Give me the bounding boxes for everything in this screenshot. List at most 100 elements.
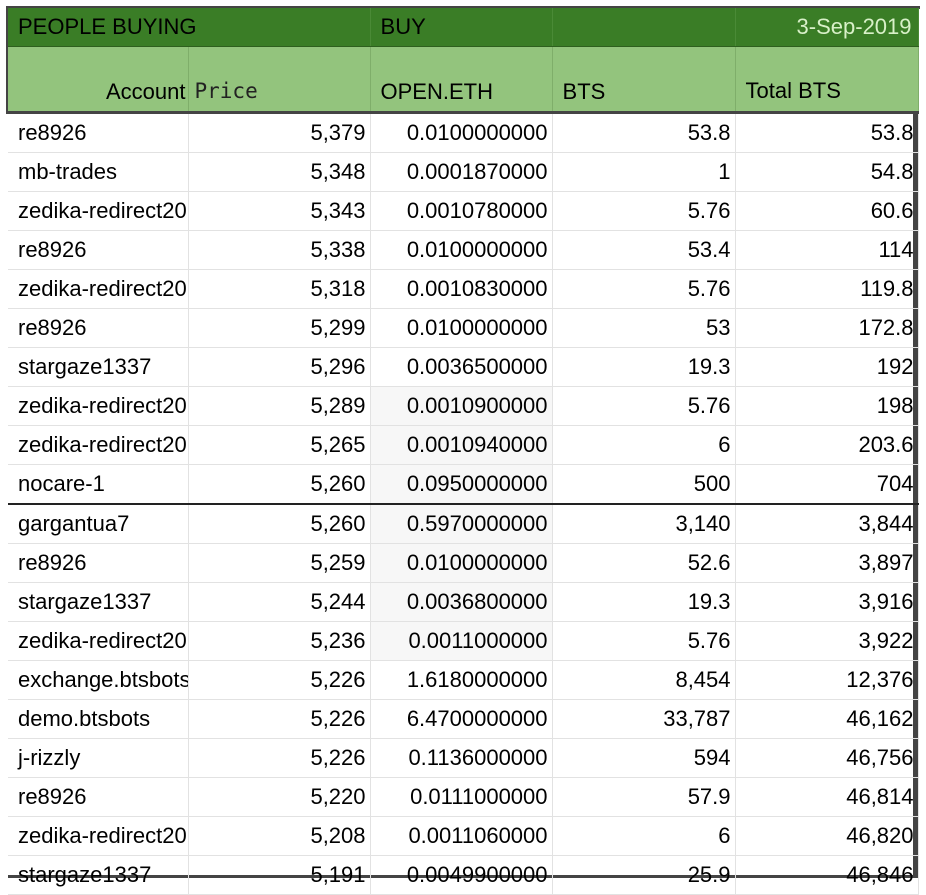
cell-bts[interactable]: 594 xyxy=(552,738,736,778)
cell-price[interactable]: 5,244 xyxy=(188,582,371,622)
title-cell-date[interactable]: 3-Sep-2019 xyxy=(735,8,919,47)
cell-price[interactable]: 5,220 xyxy=(188,777,371,817)
cell-account[interactable]: stargaze1337 xyxy=(8,347,189,387)
cell-total-bts[interactable]: 198 xyxy=(735,386,919,426)
cell-account[interactable]: gargantua7 xyxy=(8,504,189,544)
cell-bts[interactable]: 1 xyxy=(552,152,736,192)
header-account[interactable]: Account xyxy=(8,46,189,114)
cell-bts[interactable]: 5.76 xyxy=(552,386,736,426)
cell-open-eth[interactable]: 6.4700000000 xyxy=(370,699,553,739)
cell-total-bts[interactable]: 54.8 xyxy=(735,152,919,192)
header-total-bts[interactable]: Total BTS xyxy=(735,46,919,114)
cell-total-bts[interactable]: 12,376 xyxy=(735,660,919,700)
cell-total-bts[interactable]: 46,162 xyxy=(735,699,919,739)
cell-open-eth[interactable]: 0.0100000000 xyxy=(370,230,553,270)
cell-account[interactable]: zedika-redirect20 xyxy=(8,269,189,309)
cell-bts[interactable]: 3,140 xyxy=(552,504,736,544)
cell-account[interactable]: stargaze1337 xyxy=(8,855,189,895)
cell-bts[interactable]: 8,454 xyxy=(552,660,736,700)
cell-open-eth[interactable]: 0.0011000000 xyxy=(370,621,553,661)
cell-price[interactable]: 5,299 xyxy=(188,308,371,348)
cell-bts[interactable]: 500 xyxy=(552,464,736,505)
cell-total-bts[interactable]: 46,846 xyxy=(735,855,919,895)
cell-price[interactable]: 5,289 xyxy=(188,386,371,426)
cell-price[interactable]: 5,296 xyxy=(188,347,371,387)
cell-total-bts[interactable]: 114 xyxy=(735,230,919,270)
cell-price[interactable]: 5,226 xyxy=(188,738,371,778)
cell-open-eth[interactable]: 0.0010780000 xyxy=(370,191,553,231)
cell-open-eth[interactable]: 0.0010830000 xyxy=(370,269,553,309)
cell-account[interactable]: re8926 xyxy=(8,777,189,817)
cell-price[interactable]: 5,226 xyxy=(188,660,371,700)
cell-price[interactable]: 5,265 xyxy=(188,425,371,465)
cell-total-bts[interactable]: 3,897 xyxy=(735,543,919,583)
cell-total-bts[interactable]: 3,844 xyxy=(735,504,919,544)
cell-open-eth[interactable]: 0.0100000000 xyxy=(370,112,553,153)
cell-bts[interactable]: 6 xyxy=(552,425,736,465)
cell-price[interactable]: 5,260 xyxy=(188,504,371,544)
cell-bts[interactable]: 57.9 xyxy=(552,777,736,817)
cell-price[interactable]: 5,236 xyxy=(188,621,371,661)
cell-total-bts[interactable]: 46,814 xyxy=(735,777,919,817)
cell-account[interactable]: stargaze1337 xyxy=(8,582,189,622)
cell-open-eth[interactable]: 0.0010940000 xyxy=(370,425,553,465)
cell-open-eth[interactable]: 0.0001870000 xyxy=(370,152,553,192)
cell-open-eth[interactable]: 0.0111000000 xyxy=(370,777,553,817)
cell-total-bts[interactable]: 192 xyxy=(735,347,919,387)
cell-price[interactable]: 5,338 xyxy=(188,230,371,270)
cell-account[interactable]: zedika-redirect20 xyxy=(8,816,189,856)
cell-total-bts[interactable]: 172.8 xyxy=(735,308,919,348)
cell-bts[interactable]: 5.76 xyxy=(552,621,736,661)
title-cell-people-buying[interactable]: PEOPLE BUYING xyxy=(8,8,371,47)
cell-bts[interactable]: 6 xyxy=(552,816,736,856)
cell-open-eth[interactable]: 0.0036500000 xyxy=(370,347,553,387)
header-bts[interactable]: BTS xyxy=(552,46,736,114)
cell-total-bts[interactable]: 53.8 xyxy=(735,112,919,153)
cell-account[interactable]: mb-trades xyxy=(8,152,189,192)
cell-account[interactable]: zedika-redirect20 xyxy=(8,386,189,426)
cell-price[interactable]: 5,348 xyxy=(188,152,371,192)
cell-bts[interactable]: 19.3 xyxy=(552,347,736,387)
cell-bts[interactable]: 5.76 xyxy=(552,269,736,309)
cell-account[interactable]: re8926 xyxy=(8,230,189,270)
cell-price[interactable]: 5,191 xyxy=(188,855,371,895)
cell-open-eth[interactable]: 0.0049900000 xyxy=(370,855,553,895)
cell-bts[interactable]: 53 xyxy=(552,308,736,348)
cell-bts[interactable]: 5.76 xyxy=(552,191,736,231)
title-cell-buy[interactable]: BUY xyxy=(370,8,553,47)
cell-price[interactable]: 5,318 xyxy=(188,269,371,309)
cell-open-eth[interactable]: 1.6180000000 xyxy=(370,660,553,700)
cell-account[interactable]: re8926 xyxy=(8,308,189,348)
cell-open-eth[interactable]: 0.0950000000 xyxy=(370,464,553,505)
cell-open-eth[interactable]: 0.0010900000 xyxy=(370,386,553,426)
cell-bts[interactable]: 33,787 xyxy=(552,699,736,739)
cell-total-bts[interactable]: 119.8 xyxy=(735,269,919,309)
cell-total-bts[interactable]: 3,922 xyxy=(735,621,919,661)
title-cell-empty[interactable] xyxy=(552,8,736,47)
cell-open-eth[interactable]: 0.0100000000 xyxy=(370,308,553,348)
cell-open-eth[interactable]: 0.0036800000 xyxy=(370,582,553,622)
header-open-eth[interactable]: OPEN.ETH xyxy=(370,46,553,114)
cell-account[interactable]: exchange.btsbots xyxy=(8,660,189,700)
cell-bts[interactable]: 19.3 xyxy=(552,582,736,622)
cell-open-eth[interactable]: 0.1136000000 xyxy=(370,738,553,778)
cell-account[interactable]: zedika-redirect20 xyxy=(8,191,189,231)
cell-bts[interactable]: 53.8 xyxy=(552,112,736,153)
cell-bts[interactable]: 52.6 xyxy=(552,543,736,583)
cell-account[interactable]: re8926 xyxy=(8,543,189,583)
cell-price[interactable]: 5,226 xyxy=(188,699,371,739)
cell-account[interactable]: demo.btsbots xyxy=(8,699,189,739)
cell-open-eth[interactable]: 0.0100000000 xyxy=(370,543,553,583)
cell-account[interactable]: j-rizzly xyxy=(8,738,189,778)
header-price[interactable]: Price xyxy=(188,46,371,114)
cell-total-bts[interactable]: 60.6 xyxy=(735,191,919,231)
cell-bts[interactable]: 53.4 xyxy=(552,230,736,270)
cell-bts[interactable]: 25.9 xyxy=(552,855,736,895)
cell-price[interactable]: 5,259 xyxy=(188,543,371,583)
cell-total-bts[interactable]: 46,756 xyxy=(735,738,919,778)
cell-account[interactable]: zedika-redirect20 xyxy=(8,425,189,465)
cell-price[interactable]: 5,208 xyxy=(188,816,371,856)
cell-account[interactable]: zedika-redirect20 xyxy=(8,621,189,661)
cell-total-bts[interactable]: 3,916 xyxy=(735,582,919,622)
cell-total-bts[interactable]: 203.6 xyxy=(735,425,919,465)
